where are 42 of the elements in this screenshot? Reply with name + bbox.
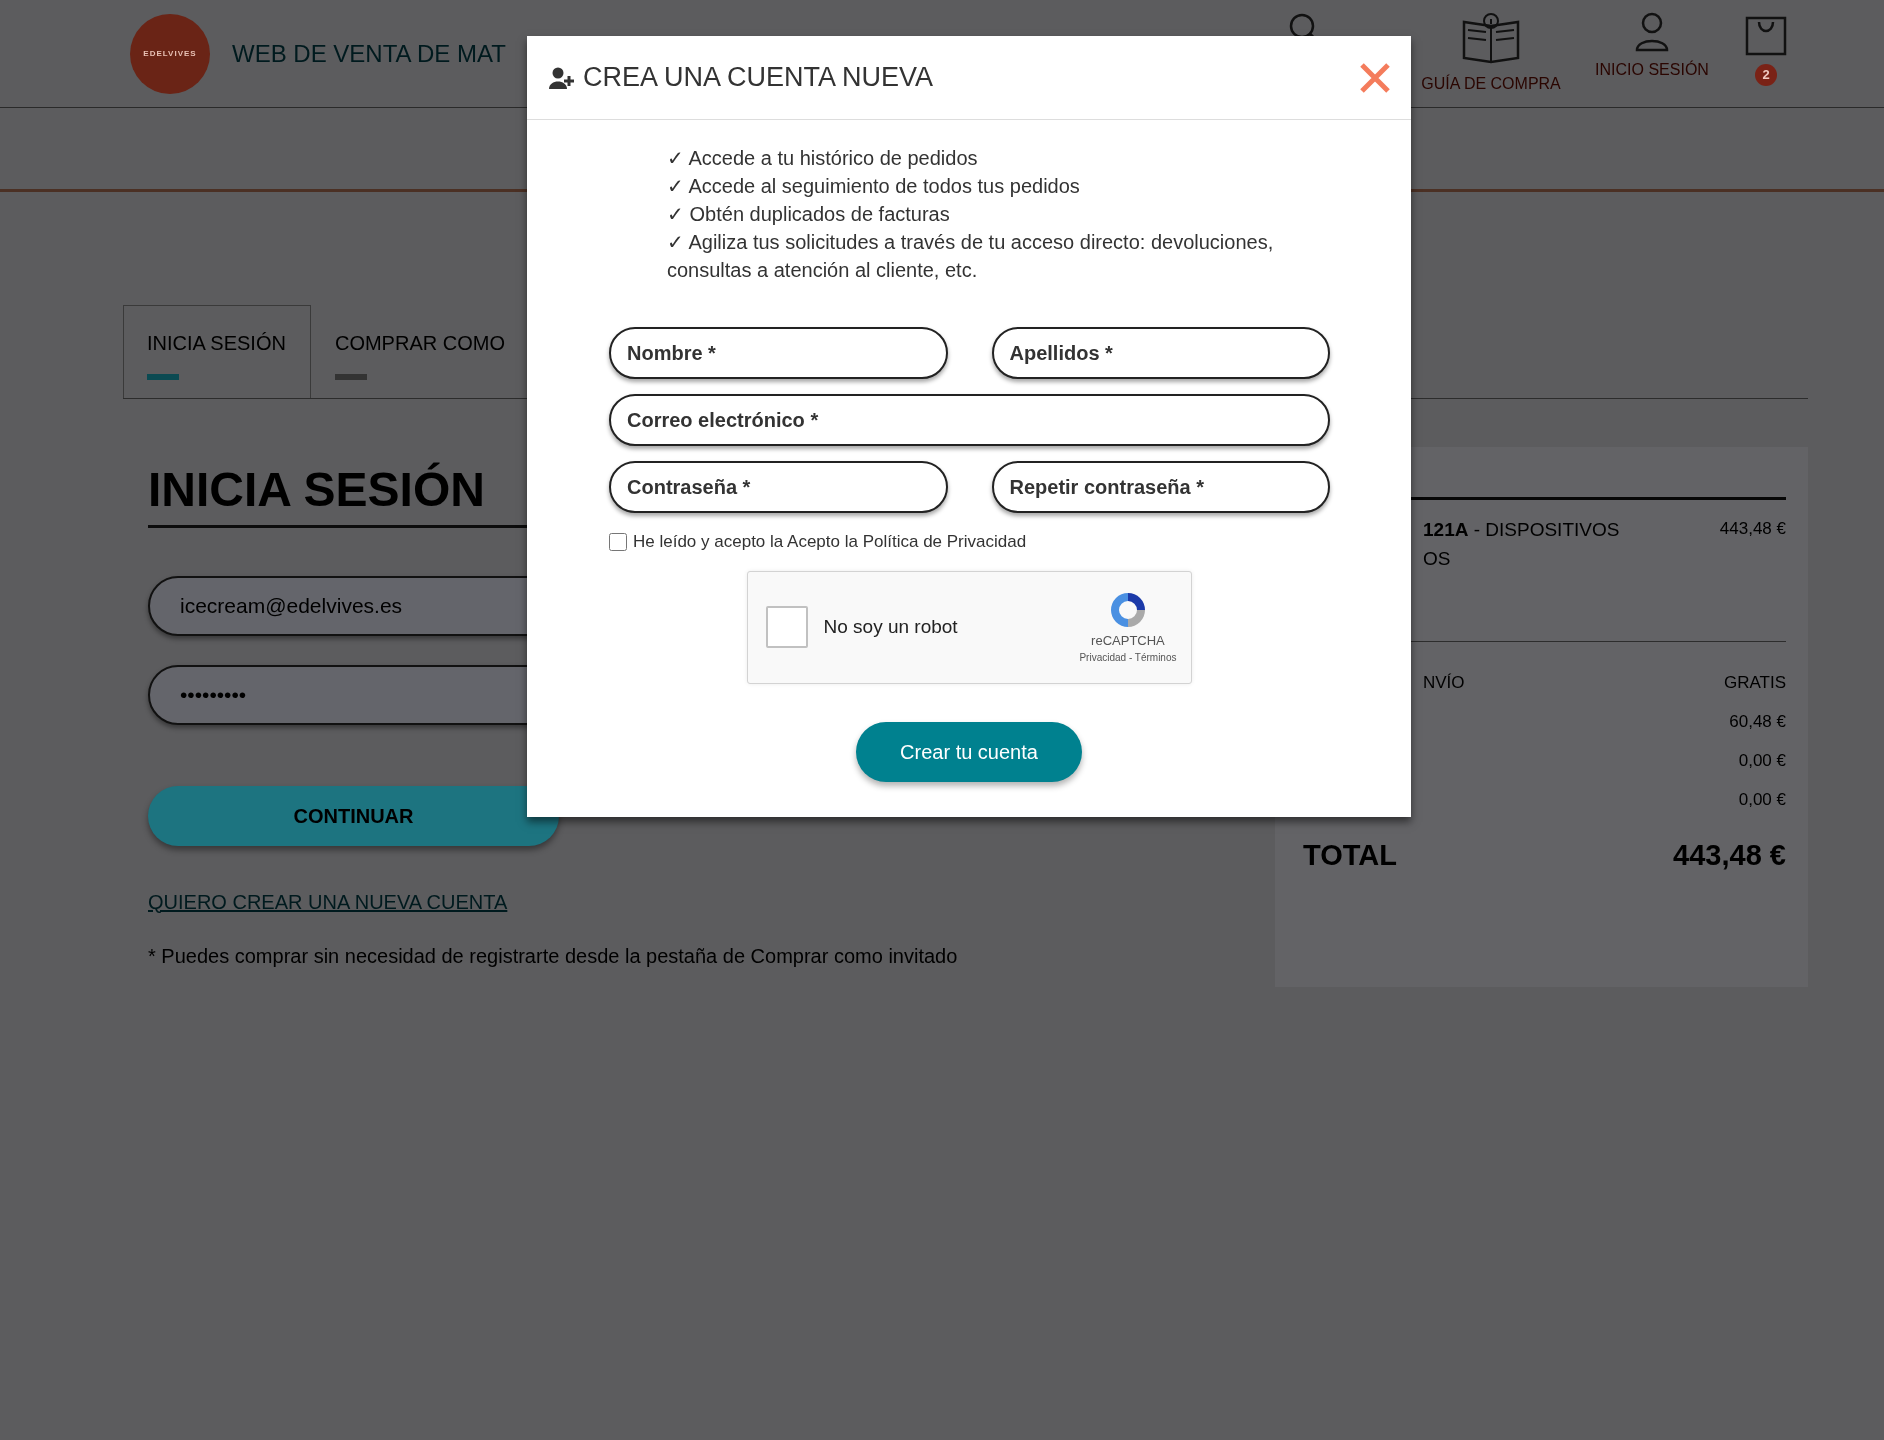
product-price: 443,48 € — [1719, 518, 1786, 540]
benefit-text: ✓ Obtén duplicados de facturas — [667, 202, 951, 227]
close-button[interactable] — [1359, 61, 1391, 94]
benefit-text: ✓ Accede al seguimiento de todos tus pedidos — [667, 174, 1081, 199]
input-field[interactable]: Repetir contraseña * — [991, 461, 1330, 513]
total-label: TOTAL — [1303, 838, 1397, 873]
checkbox[interactable] — [609, 532, 627, 551]
summary-value: 60,48 € — [1729, 711, 1786, 733]
captcha-checkbox[interactable] — [765, 606, 808, 648]
captcha-label: No soy un robot — [823, 614, 958, 639]
tab[interactable]: INICIA SESIÓN — [123, 305, 311, 398]
cart-count-badge: 2 — [1755, 63, 1777, 86]
continue-button[interactable]: CONTINUAR — [148, 785, 559, 846]
summary-value: 0,00 € — [1738, 789, 1786, 811]
input-field[interactable]: Nombre * — [609, 327, 948, 379]
input-field[interactable]: Correo electrónico * — [609, 394, 1330, 446]
nav-link[interactable]: INICIO SESIÓN — [1595, 57, 1709, 82]
add-user-icon — [549, 66, 575, 89]
site-title[interactable]: WEB DE VENTA DE MAT — [232, 35, 506, 72]
nav-link[interactable]: GUÍA DE COMPRA — [1421, 71, 1561, 96]
modal-title: CREA UNA CUENTA NUEVA — [583, 61, 934, 95]
product-description: 121A - DISPOSITIVOS OS — [1423, 518, 1620, 571]
input-field[interactable]: Apellidos * — [991, 327, 1330, 379]
user-icon[interactable] — [1635, 11, 1669, 52]
summary-value: GRATIS — [1723, 672, 1786, 694]
privacy-text: He leído y acepto la Acepto la Política de Privacidad — [633, 531, 1027, 553]
benefit-text: ✓ Agiliza tus solicitudes a través de tu acceso directo: devoluciones, consultas a atención al cliente, etc. — [667, 230, 1275, 283]
guest-link[interactable]: Comprar como invitado — [750, 944, 958, 967]
total-value: 443,48 € — [1673, 838, 1786, 873]
captcha-brand: reCAPTCHA — [1091, 631, 1165, 650]
summary-label: NVÍO — [1423, 672, 1465, 694]
captcha-links[interactable]: Privacidad - Términos — [1079, 650, 1177, 666]
summary-value: 0,00 € — [1738, 750, 1786, 772]
input-field[interactable]: Contraseña * — [609, 461, 948, 513]
book-icon[interactable] — [1460, 11, 1522, 66]
tab[interactable]: COMPRAR COMO — [310, 305, 530, 398]
privacy-link[interactable]: Política de Privacidad — [862, 532, 1027, 551]
benefit-text: ✓ Accede a tu histórico de pedidos — [667, 146, 979, 171]
page-heading: INICIA SESIÓN — [148, 461, 485, 518]
logo[interactable]: EDELVIVES — [130, 13, 210, 94]
create-account-button[interactable]: Crear tu cuenta — [856, 721, 1082, 782]
create-account-link[interactable]: QUIERO CREAR UNA NUEVA CUENTA — [148, 886, 508, 917]
